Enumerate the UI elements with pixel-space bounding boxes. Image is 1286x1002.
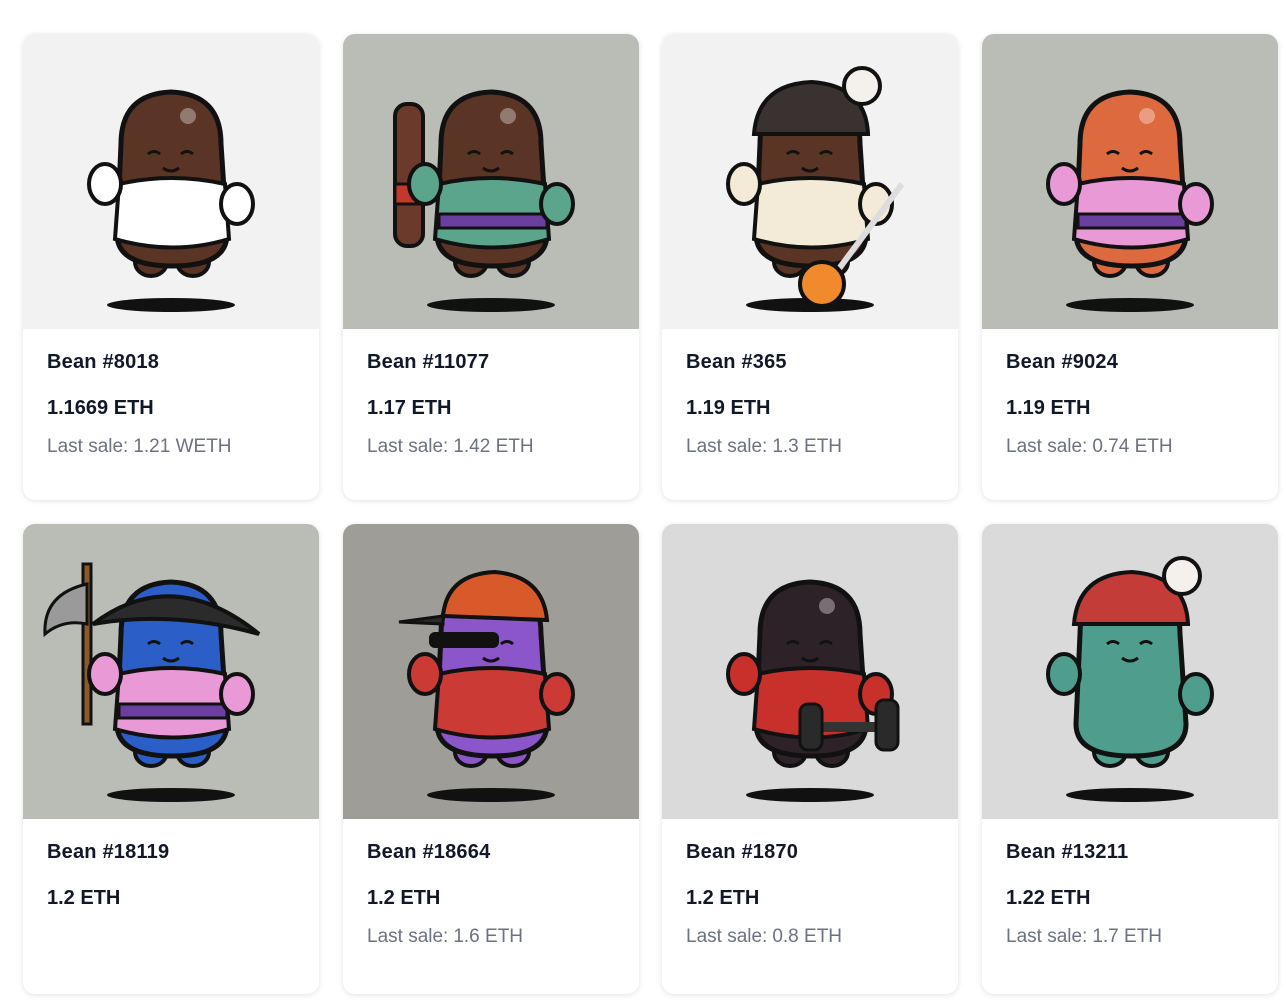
last-sale: Last sale: 0.74 ETH [1006, 435, 1262, 459]
last-sale-value: 1.6 ETH [453, 926, 524, 947]
last-sale-label: Last sale: [1006, 436, 1088, 457]
nft-price: 1.1669 ETH [47, 397, 154, 419]
last-sale-value: 1.21 WETH [133, 436, 232, 457]
nft-name[interactable]: Bean #365 [686, 349, 942, 375]
last-sale: Last sale: 0.8 ETH [686, 925, 942, 949]
nft-image[interactable] [343, 34, 639, 329]
nft-name[interactable]: Bean #18664 [367, 839, 623, 865]
last-sale: Last sale: 1.7 ETH [1006, 925, 1262, 949]
nft-image[interactable] [23, 34, 319, 329]
card-info: Bean #1870 1.2 ETH Last sale: 0.8 ETH [686, 839, 942, 949]
nft-card[interactable]: Bean #18119 1.2 ETH [23, 524, 319, 994]
last-sale-value: 1.7 ETH [1092, 926, 1163, 947]
nft-image[interactable] [662, 34, 958, 329]
last-sale-value: 0.74 ETH [1092, 436, 1173, 457]
last-sale: Last sale: 1.3 ETH [686, 435, 942, 459]
last-sale-value: 1.42 ETH [453, 436, 534, 457]
nft-grid: Bean #8018 1.1669 ETH Last sale: 1.21 WET… [23, 34, 1286, 1002]
nft-price: 1.2 ETH [367, 887, 441, 909]
card-info: Bean #365 1.19 ETH Last sale: 1.3 ETH [686, 349, 942, 459]
nft-card[interactable]: Bean #365 1.19 ETH Last sale: 1.3 ETH [662, 34, 958, 500]
last-sale: Last sale: 1.6 ETH [367, 925, 623, 949]
nft-price: 1.2 ETH [47, 887, 121, 909]
card-info: Bean #8018 1.1669 ETH Last sale: 1.21 WET… [47, 349, 303, 459]
nft-price: 1.2 ETH [686, 887, 760, 909]
nft-card[interactable]: Bean #9024 1.19 ETH Last sale: 0.74 ETH [982, 34, 1278, 500]
nft-price: 1.17 ETH [367, 397, 452, 419]
nft-name[interactable]: Bean #9024 [1006, 349, 1262, 375]
ground-shadow [1066, 298, 1194, 312]
nft-image[interactable] [982, 524, 1278, 819]
card-info: Bean #18664 1.2 ETH Last sale: 1.6 ETH [367, 839, 623, 949]
nft-name[interactable]: Bean #18119 [47, 839, 303, 865]
last-sale-label: Last sale: [686, 926, 768, 947]
nft-name[interactable]: Bean #13211 [1006, 839, 1262, 865]
nft-card[interactable]: Bean #1870 1.2 ETH Last sale: 0.8 ETH [662, 524, 958, 994]
nft-card[interactable]: Bean #8018 1.1669 ETH Last sale: 1.21 WET… [23, 34, 319, 500]
last-sale-label: Last sale: [686, 436, 768, 457]
nft-price: 1.19 ETH [686, 397, 771, 419]
nft-image[interactable] [343, 524, 639, 819]
nft-name[interactable]: Bean #8018 [47, 349, 303, 375]
ground-shadow [107, 298, 235, 312]
ground-shadow [427, 788, 555, 802]
last-sale-label: Last sale: [47, 436, 129, 457]
last-sale-value: 0.8 ETH [772, 926, 843, 947]
nft-name[interactable]: Bean #1870 [686, 839, 942, 865]
card-info: Bean #13211 1.22 ETH Last sale: 1.7 ETH [1006, 839, 1262, 949]
last-sale-value: 1.3 ETH [772, 436, 843, 457]
ground-shadow [107, 788, 235, 802]
nft-image[interactable] [23, 524, 319, 819]
nft-image[interactable] [662, 524, 958, 819]
nft-card[interactable]: Bean #18664 1.2 ETH Last sale: 1.6 ETH [343, 524, 639, 994]
last-sale: Last sale: 1.42 ETH [367, 435, 623, 459]
card-info: Bean #11077 1.17 ETH Last sale: 1.42 ETH [367, 349, 623, 459]
last-sale: Last sale: 1.21 WETH [47, 435, 303, 459]
ground-shadow [1066, 788, 1194, 802]
nft-card[interactable]: Bean #11077 1.17 ETH Last sale: 1.42 ETH [343, 34, 639, 500]
nft-name[interactable]: Bean #11077 [367, 349, 623, 375]
ground-shadow [746, 788, 874, 802]
card-info: Bean #18119 1.2 ETH [47, 839, 303, 911]
nft-image[interactable] [982, 34, 1278, 329]
nft-price: 1.19 ETH [1006, 397, 1091, 419]
nft-card[interactable]: Bean #13211 1.22 ETH Last sale: 1.7 ETH [982, 524, 1278, 994]
nft-price: 1.22 ETH [1006, 887, 1091, 909]
last-sale-label: Last sale: [1006, 926, 1088, 947]
ground-shadow [427, 298, 555, 312]
last-sale-label: Last sale: [367, 926, 449, 947]
last-sale-label: Last sale: [367, 436, 449, 457]
card-info: Bean #9024 1.19 ETH Last sale: 0.74 ETH [1006, 349, 1262, 459]
